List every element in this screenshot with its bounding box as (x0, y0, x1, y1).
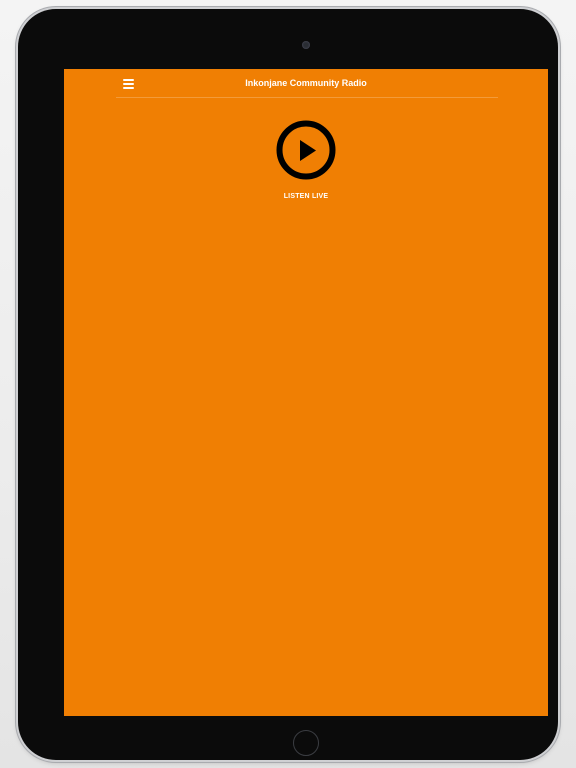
front-camera (302, 41, 310, 49)
navigation-bar: Inkonjane Community Radio (64, 69, 548, 98)
app-screen: Inkonjane Community Radio LISTEN LIVE (64, 69, 548, 716)
nav-divider (116, 97, 498, 98)
app-title: Inkonjane Community Radio (245, 78, 367, 88)
play-button[interactable] (276, 120, 336, 180)
listen-live-label: LISTEN LIVE (283, 193, 329, 200)
tablet-device-frame: Inkonjane Community Radio LISTEN LIVE (18, 9, 558, 760)
home-button[interactable] (293, 730, 319, 756)
play-circle-icon (276, 120, 336, 180)
